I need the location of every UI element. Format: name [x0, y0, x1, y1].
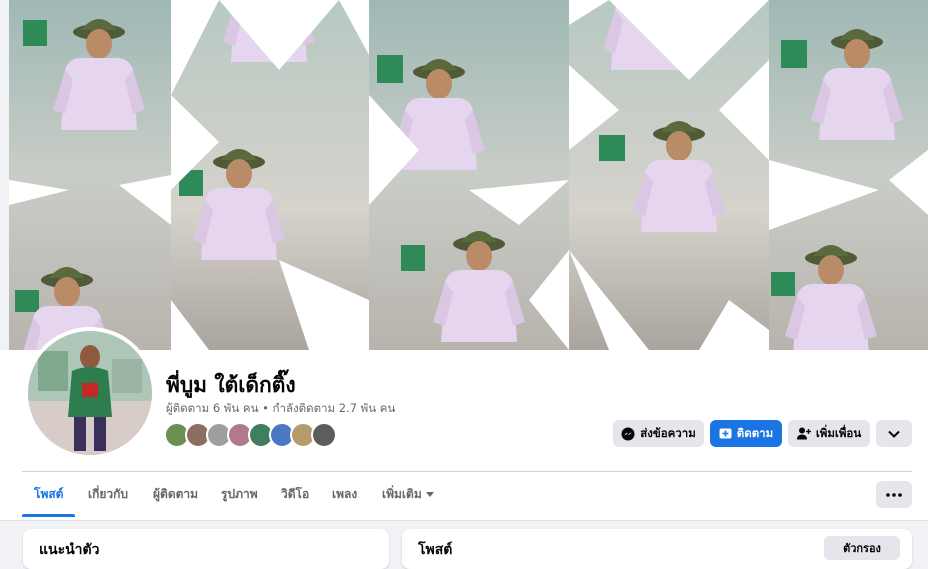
cover-photo[interactable]: [9, 0, 928, 350]
tab-label: ผู้ติดตาม: [153, 487, 199, 501]
message-button-label: ส่งข้อความ: [640, 425, 696, 440]
add-friend-button-label: เพิ่มเพื่อน: [815, 425, 862, 440]
tabs-more-options-button[interactable]: [876, 481, 912, 508]
friend-avatar[interactable]: [311, 422, 337, 448]
profile-avatar[interactable]: [24, 327, 156, 459]
tab-label: เพิ่มเติม: [382, 487, 422, 501]
posts-card: โพสต์ ตัวกรอง: [402, 529, 912, 569]
filter-button[interactable]: ตัวกรอง: [824, 536, 900, 560]
follow-button-label: ติดตาม: [736, 425, 774, 440]
tab-label: วิดีโอ: [281, 487, 310, 501]
intro-card-title: แนะนำตัว: [39, 542, 100, 558]
tab-label: รูปภาพ: [221, 487, 258, 501]
chevron-down-icon: [888, 430, 900, 438]
more-actions-button[interactable]: [876, 420, 912, 447]
add-friend-button[interactable]: เพิ่มเพื่อน: [788, 420, 870, 447]
profile-name: พี่บูม ใต้เด็กติ๊ง: [166, 373, 296, 397]
tab-followers[interactable]: ผู้ติดตาม: [153, 472, 198, 517]
message-button[interactable]: ส่งข้อความ: [613, 420, 704, 447]
intro-card: แนะนำตัว: [23, 529, 389, 569]
follower-count[interactable]: ผู้ติดตาม 6 พัน คน • กำลังติดตาม 2.7 พัน…: [166, 400, 395, 418]
tab-posts[interactable]: โพสต์: [22, 472, 76, 517]
tab-label: เพลง: [332, 487, 358, 501]
tab-videos[interactable]: วิดีโอ: [281, 472, 309, 517]
profile-tabs: โพสต์ เกี่ยวกับ ผู้ติดตาม รูปภาพ วิดีโอ …: [22, 472, 912, 517]
follow-icon: [719, 428, 732, 439]
posts-card-title: โพสต์: [418, 542, 453, 558]
ellipsis-icon: [886, 492, 902, 497]
tab-photos[interactable]: รูปภาพ: [221, 472, 258, 517]
tab-about[interactable]: เกี่ยวกับ: [88, 472, 128, 517]
tab-more[interactable]: เพิ่มเติม: [382, 472, 434, 517]
tab-label: เกี่ยวกับ: [88, 487, 129, 501]
messenger-icon: [621, 427, 635, 440]
tab-label: โพสต์: [34, 487, 64, 501]
caret-down-icon: [425, 492, 434, 497]
tab-music[interactable]: เพลง: [332, 472, 357, 517]
follow-button[interactable]: ติดตาม: [710, 420, 782, 447]
add-friend-icon: [796, 427, 811, 440]
